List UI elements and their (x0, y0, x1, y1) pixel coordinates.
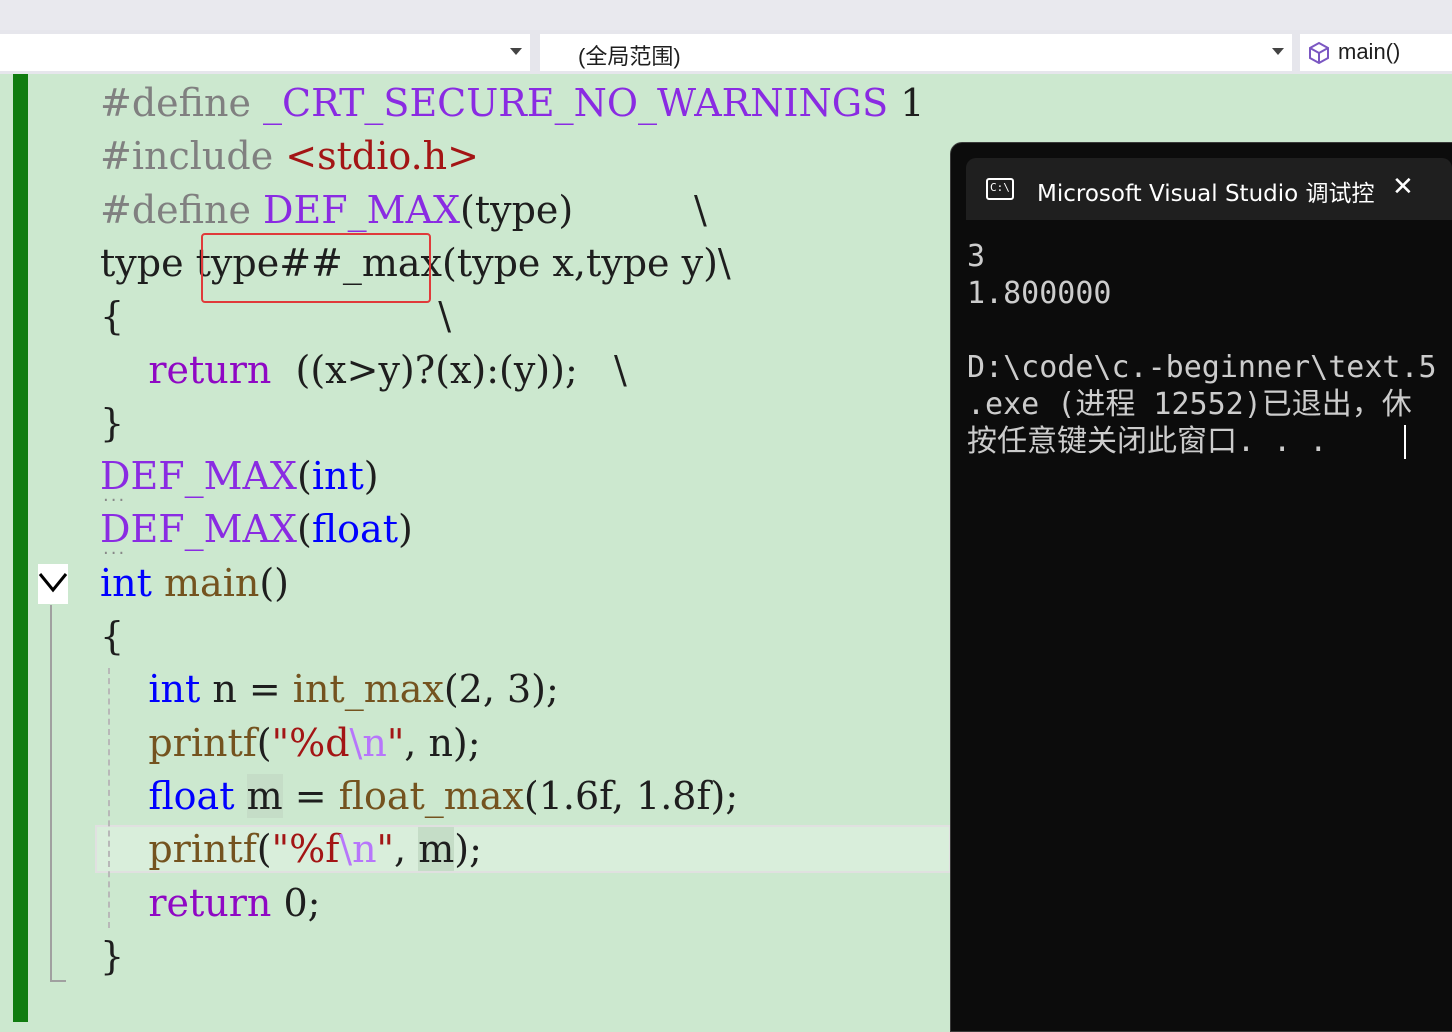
code-token: "%f (271, 827, 340, 872)
chevron-down-icon (510, 48, 522, 55)
fold-line-end (50, 980, 66, 982)
console-icon: C:\ (986, 178, 1014, 200)
code-token: return (148, 880, 272, 925)
code-token: ((x>y)?(x):(y)); \ (271, 347, 627, 392)
chevron-down-icon (1272, 48, 1284, 55)
code-token: <stdio.h> (285, 134, 479, 179)
change-tracking-bar (13, 74, 28, 1022)
chevron-down-icon (38, 573, 68, 593)
close-icon[interactable]: ✕ (1392, 172, 1414, 202)
code-token: float (148, 773, 235, 818)
console-output-line: D:\code\c.-beginner\text.5 (967, 350, 1437, 385)
code-token: ) (363, 454, 379, 499)
code-token: m (246, 773, 283, 818)
title-strip (0, 0, 1452, 30)
code-line[interactable]: #define DEF_MAX(type) \ (100, 183, 707, 237)
code-token: } (100, 400, 125, 445)
code-line[interactable]: return ((x>y)?(x):(y)); \ (100, 343, 627, 397)
code-token: ( (296, 507, 312, 552)
suggestion-dots: ··· (103, 543, 127, 564)
code-token: () (259, 560, 289, 605)
text-cursor (1404, 425, 1406, 459)
code-token: n = (200, 667, 293, 712)
code-token: ( (256, 720, 272, 765)
code-line[interactable]: printf("%d\n", n); (100, 716, 481, 770)
code-token: DEF_MAX (263, 187, 461, 232)
code-token: int (100, 560, 152, 605)
code-token: \n (339, 827, 377, 872)
code-token: float_max (338, 773, 524, 818)
function-dropdown-label: main() (1338, 39, 1401, 64)
console-output-line: 按任意键关闭此窗口. . . (967, 424, 1328, 459)
project-dropdown[interactable] (0, 34, 530, 71)
code-token: DEF_MAX (100, 507, 297, 552)
code-token: float (311, 507, 398, 552)
code-token: , n); (404, 720, 481, 765)
scope-dropdown-label: (全局范围) (578, 44, 681, 69)
code-line[interactable]: int n = int_max(2, 3); (100, 662, 559, 716)
code-line[interactable]: return 0; (100, 876, 320, 930)
code-token: { (100, 614, 125, 658)
code-token: = (282, 773, 339, 818)
console-output-line: 3 (967, 239, 986, 274)
code-line[interactable]: int main() (100, 556, 289, 610)
indent-guide (108, 668, 110, 928)
code-line[interactable]: #include <stdio.h> (100, 129, 479, 183)
code-token: , (394, 827, 419, 872)
code-line[interactable]: #define _CRT_SECURE_NO_WARNINGS 1 (100, 76, 924, 130)
code-line[interactable]: } (100, 396, 124, 450)
function-dropdown[interactable]: main() (1300, 34, 1452, 71)
code-token: (type) (460, 187, 574, 232)
collapse-toggle[interactable] (38, 564, 68, 604)
code-token: ( (256, 827, 272, 872)
code-token: #define (100, 187, 264, 232)
annotation-box (201, 233, 431, 303)
code-token: #define (100, 81, 264, 125)
code-line[interactable]: { (100, 609, 124, 663)
code-token: } (100, 933, 125, 978)
code-token: " (376, 827, 395, 872)
code-token: "%d (271, 720, 350, 765)
code-token: int (311, 454, 364, 499)
code-token: int_max (292, 667, 444, 712)
code-line[interactable]: } (100, 929, 124, 983)
code-token: return (148, 347, 272, 392)
code-token: \n (349, 720, 387, 765)
console-output-line: .exe (进程 12552)已退出，休 (967, 387, 1412, 422)
code-token: ( (296, 454, 312, 499)
code-token: _CRT_SECURE_NO_WARNINGS (263, 81, 889, 125)
fold-line (50, 605, 52, 980)
code-token: ); (454, 827, 482, 872)
code-token: " (386, 720, 405, 765)
scope-dropdown[interactable]: (全局范围) (540, 34, 1292, 71)
code-token: 1 (888, 81, 925, 125)
code-token: \ (573, 187, 707, 232)
code-token: printf (148, 720, 257, 765)
code-token: (2, 3); (443, 667, 559, 712)
console-output-line: 1.800000 (967, 276, 1112, 311)
suggestion-dots: ··· (103, 490, 127, 511)
code-line[interactable]: float m = float_max(1.6f, 1.8f); (100, 769, 738, 823)
code-token: 0; (271, 880, 321, 925)
code-token: #include (100, 134, 286, 179)
code-token: (type x,type y)\ (442, 240, 731, 285)
code-line[interactable]: DEF_MAX(int) (100, 449, 379, 503)
code-line[interactable]: printf("%f\n", m); (100, 822, 482, 876)
code-token: (1.6f, 1.8f); (523, 773, 739, 818)
code-token: ) (397, 507, 413, 552)
code-token: type (100, 240, 196, 285)
code-token: m (418, 827, 455, 872)
method-cube-icon (1309, 41, 1329, 65)
code-token: main (164, 560, 260, 605)
console-title: Microsoft Visual Studio 调试控 (1037, 181, 1375, 207)
code-token: DEF_MAX (100, 454, 297, 499)
code-token: printf (148, 827, 257, 872)
code-line[interactable]: DEF_MAX(float) (100, 502, 413, 556)
code-token: int (148, 667, 201, 712)
